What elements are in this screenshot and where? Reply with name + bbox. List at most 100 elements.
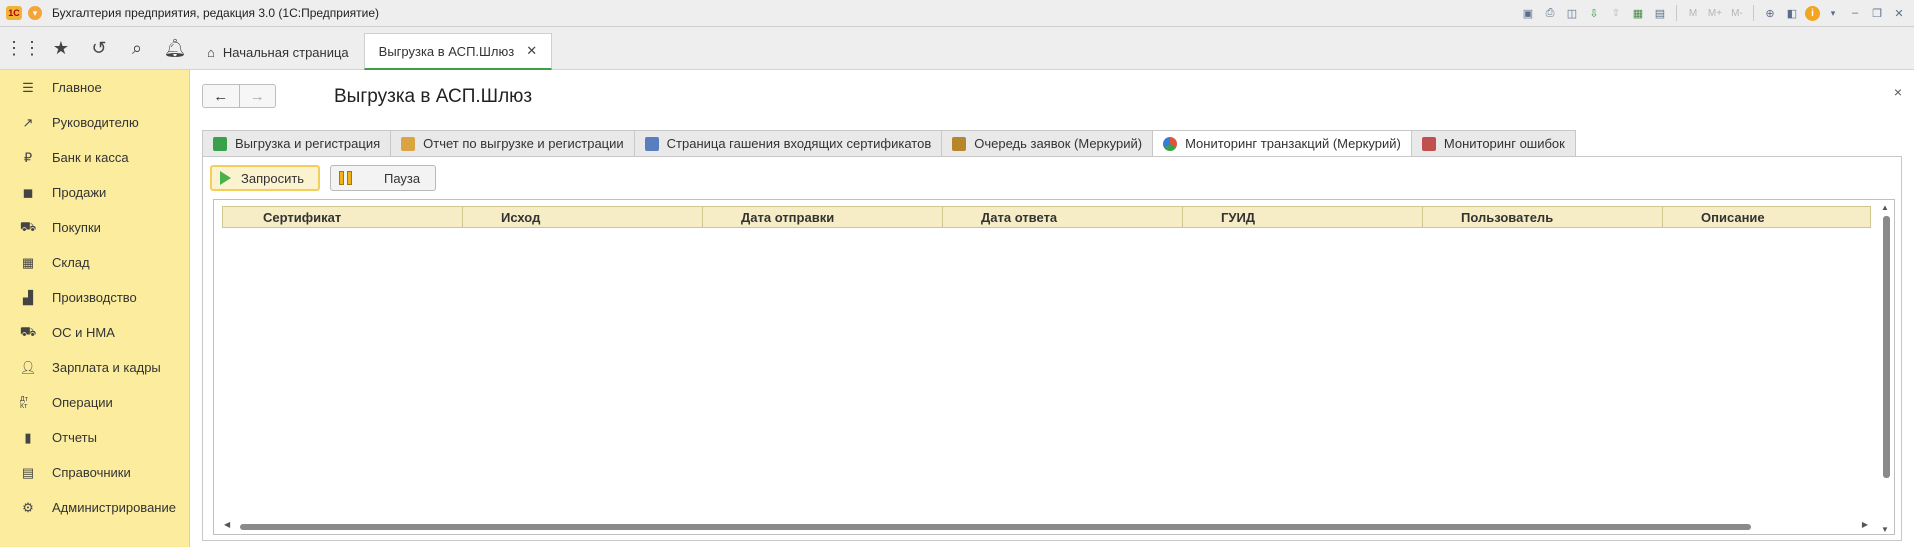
export-icon[interactable]: ⇧ (1607, 4, 1625, 22)
transactions-table[interactable]: Сертификат Исход Дата отправки Дата отве… (213, 199, 1895, 535)
column-header-response-date[interactable]: Дата ответа (943, 207, 1183, 227)
forward-button[interactable]: → (238, 85, 276, 107)
scroll-down-icon[interactable]: ▼ (1881, 525, 1889, 534)
form-area: ← → Выгрузка в АСП.Шлюз × Выгрузка и рег… (190, 70, 1914, 547)
favorites-star-icon[interactable]: ★ (50, 38, 72, 60)
sidebar-item-production[interactable]: ▟ Производство (0, 280, 189, 315)
tab-label: Выгрузка в АСП.Шлюз (378, 43, 515, 59)
play-icon (220, 171, 231, 185)
truck-icon: ⛟ (19, 323, 37, 339)
sidebar-item-administration[interactable]: ⚙ Администрирование (0, 490, 189, 525)
tab-label: Мониторинг транзакций (Меркурий) (1185, 136, 1401, 151)
notifications-bell-icon[interactable]: 🔔︎ (164, 38, 187, 60)
restore-icon[interactable]: ❐ (1868, 4, 1886, 22)
column-header-certificate[interactable]: Сертификат (223, 207, 463, 227)
m-plus-icon[interactable]: M+ (1706, 4, 1724, 22)
sidebar-item-reports[interactable]: ▮ Отчеты (0, 420, 189, 455)
column-header-description[interactable]: Описание (1663, 207, 1872, 227)
history-icon[interactable]: ↺ (88, 38, 110, 60)
pause-button[interactable]: Пауза (330, 165, 436, 191)
preview-icon[interactable]: ◫ (1563, 4, 1581, 22)
panels-icon[interactable]: ◧ (1783, 4, 1801, 22)
column-header-outcome[interactable]: Исход (463, 207, 703, 227)
scrollbar-thumb[interactable] (240, 524, 1751, 530)
sidebar-item-label: Производство (52, 290, 137, 305)
pause-icon (339, 171, 352, 185)
sidebar-item-label: Зарплата и кадры (52, 360, 161, 375)
monitor-icon (1421, 136, 1436, 151)
tab-certificate-redemption[interactable]: Страница гашения входящих сертификатов (633, 130, 943, 157)
scroll-right-icon[interactable]: ▶ (1862, 520, 1868, 529)
vertical-scrollbar[interactable]: ▲ ▼ (1880, 203, 1892, 534)
scroll-up-icon[interactable]: ▲ (1881, 203, 1889, 212)
sidebar-item-purchases[interactable]: ⛟ Покупки (0, 210, 189, 245)
pie-icon (1163, 136, 1178, 151)
sidebar-item-manager[interactable]: ↗ Руководителю (0, 105, 189, 140)
section-bar: ⋮⋮ ★ ↺ ⌕ 🔔︎ ⌂ Начальная страница Выгрузк… (0, 27, 1914, 70)
calendar-icon[interactable]: ▤ (1651, 4, 1669, 22)
button-label: Запросить (241, 170, 305, 186)
sidebar-item-warehouse[interactable]: ▦ Склад (0, 245, 189, 280)
sections-grid-icon[interactable]: ⋮⋮ (5, 38, 41, 60)
queue-icon (952, 136, 967, 151)
sidebar-item-bank[interactable]: ₽ Банк и касса (0, 140, 189, 175)
sidebar-item-label: Главное (52, 80, 102, 95)
minimize-icon[interactable]: – (1846, 4, 1864, 22)
history-nav: ← → (202, 84, 276, 108)
table-icon[interactable]: ▦ (1629, 4, 1647, 22)
sidebar-item-label: ОС и НМА (52, 325, 115, 340)
tab-label: Мониторинг ошибок (1443, 136, 1565, 151)
print-icon[interactable]: ⎙ (1541, 4, 1559, 22)
zoom-icon[interactable]: ⊕ (1761, 4, 1779, 22)
info-icon[interactable]: i (1805, 5, 1820, 21)
tab-home[interactable]: ⌂ Начальная страница (192, 34, 364, 70)
dt-kt-icon: Дт Кт (20, 395, 28, 410)
sidebar-item-operations[interactable]: Дт Кт Операции (0, 385, 189, 420)
form-close-button[interactable]: × (1894, 84, 1902, 100)
back-button[interactable]: ← (203, 85, 239, 107)
tab-label: Выгрузка и регистрация (235, 136, 381, 151)
tab-export-report[interactable]: Отчет по выгрузке и регистрации (390, 130, 635, 157)
tab-asp-export[interactable]: Выгрузка в АСП.Шлюз ✕ (363, 33, 553, 70)
info-menu-chevron-icon[interactable]: ▾ (1824, 4, 1842, 22)
main-menu-button[interactable]: ▾ (28, 6, 42, 20)
m-icon[interactable]: M (1684, 4, 1702, 22)
sidebar-item-assets[interactable]: ⛟ ОС и НМА (0, 315, 189, 350)
sidebar-item-label: Банк и касса (52, 150, 129, 165)
request-button[interactable]: Запросить (210, 165, 320, 191)
horizontal-scrollbar[interactable]: ◀ ▶ (222, 520, 1872, 532)
column-header-guid[interactable]: ГУИД (1183, 207, 1423, 227)
sidebar-item-label: Склад (52, 255, 90, 270)
scrollbar-thumb[interactable] (1883, 216, 1890, 478)
tab-export-registration[interactable]: Выгрузка и регистрация (202, 130, 392, 157)
import-icon[interactable]: ⇩ (1585, 4, 1603, 22)
sidebar-item-label: Руководителю (52, 115, 139, 130)
close-icon[interactable]: ✕ (1890, 4, 1908, 22)
upload-icon (213, 136, 227, 151)
sidebar-item-hr[interactable]: 👤︎ Зарплата и кадры (0, 350, 189, 385)
sidebar-item-label: Продажи (52, 185, 107, 200)
sidebar-item-references[interactable]: ▤ Справочники (0, 455, 189, 490)
window-titlebar: 1С ▾ Бухгалтерия предприятия, редакция 3… (0, 0, 1914, 27)
tab-request-queue[interactable]: Очередь заявок (Меркурий) (941, 130, 1154, 157)
column-header-user[interactable]: Пользователь (1423, 207, 1663, 227)
m-minus-icon[interactable]: M- (1728, 4, 1746, 22)
trend-icon: ↗ (22, 114, 34, 130)
close-tab-icon[interactable]: ✕ (526, 43, 537, 59)
tab-label: Отчет по выгрузке и регистрации (423, 136, 624, 151)
report-icon (401, 136, 416, 151)
sidebar-item-sales[interactable]: ◼ Продажи (0, 175, 189, 210)
menu-icon: ☰ (22, 79, 34, 95)
sidebar-item-main[interactable]: ☰ Главное (0, 70, 189, 105)
factory-icon: ▟ (23, 289, 33, 305)
app-logo-icon: 1С (6, 6, 22, 20)
search-icon[interactable]: ⌕ (126, 38, 148, 60)
sidebar-item-label: Отчеты (52, 430, 97, 445)
column-header-sent-date[interactable]: Дата отправки (703, 207, 943, 227)
tab-error-monitoring[interactable]: Мониторинг ошибок (1410, 130, 1576, 157)
form-tabs: Выгрузка и регистрация Отчет по выгрузке… (202, 130, 1576, 157)
tab-transaction-monitoring[interactable]: Мониторинг транзакций (Меркурий) (1152, 130, 1412, 157)
tab-label: Страница гашения входящих сертификатов (666, 136, 932, 151)
save-icon[interactable]: ▣ (1519, 4, 1537, 22)
scroll-left-icon[interactable]: ◀ (224, 520, 230, 529)
